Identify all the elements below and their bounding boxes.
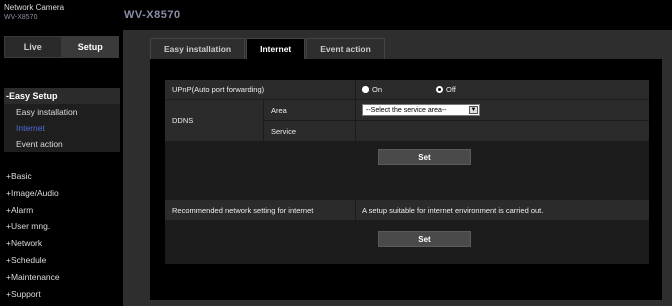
upnp-off-label: Off [446,85,456,94]
sidebar: Live Setup -Easy Setup Easy installation… [0,30,123,306]
setup-menu: +Basic +Image/Audio +Alarm +User mng. +N… [4,168,120,302]
sidebar-item-image-audio[interactable]: +Image/Audio [4,185,120,202]
sidebar-item-internet[interactable]: Internet [4,120,120,136]
ddns-area-value: --Select the service area-- ▼ [355,100,649,120]
top-header: Network Camera WV-X8570 WV-X8570 [0,0,672,30]
set-button-recommended[interactable]: Set [378,231,471,247]
brand-label: Network Camera [4,3,65,12]
ddns-row: DDNS Area --Select the service area-- ▼ … [165,100,649,141]
model-title: WV-X8570 [124,9,181,21]
upnp-row: UPnP(Auto port forwarding) On Off [165,80,649,99]
upnp-options: On Off [355,80,649,99]
upnp-label: UPnP(Auto port forwarding) [172,85,265,94]
recommended-description: A setup suitable for internet environmen… [355,200,649,220]
upnp-on-radio[interactable]: On [362,85,382,94]
set-button-ddns[interactable]: Set [378,149,471,165]
service-area-select[interactable]: --Select the service area-- ▼ [362,104,480,116]
sidebar-item-basic[interactable]: +Basic [4,168,120,185]
recommended-row: Recommended network setting for internet… [165,200,649,220]
content-area: Easy installation Internet Event action … [123,30,672,306]
page-tabs: Easy installation Internet Event action [150,38,386,59]
chevron-down-icon[interactable]: ▼ [469,106,478,114]
easy-setup-heading[interactable]: -Easy Setup [4,88,120,104]
tab-easy-installation[interactable]: Easy installation [150,38,246,59]
model-label-small: WV-X8570 [4,14,38,21]
tab-internet[interactable]: Internet [246,38,306,59]
upnp-off-radio[interactable]: Off [436,85,456,94]
main-mode-tabs: Live Setup [4,36,119,58]
upnp-on-label: On [372,85,383,94]
radio-unchecked-icon [436,86,444,93]
recommended-label: Recommended network setting for internet [172,205,314,215]
service-area-selected: --Select the service area-- [366,106,447,114]
sidebar-item-alarm[interactable]: +Alarm [4,202,120,219]
ddns-fields: Area --Select the service area-- ▼ Servi… [263,100,649,141]
ddns-service-row: Service [264,121,649,141]
internet-panel: UPnP(Auto port forwarding) On Off DDNS A… [150,59,662,300]
sidebar-item-event-action[interactable]: Event action [4,136,120,152]
ddns-service-value [355,121,649,141]
tab-event-action[interactable]: Event action [306,38,385,59]
sidebar-item-easy-installation[interactable]: Easy installation [4,104,120,120]
sidebar-item-schedule[interactable]: +Schedule [4,252,120,269]
settings-table: UPnP(Auto port forwarding) On Off DDNS A… [165,80,649,264]
brand-block: Network Camera WV-X8570 [4,3,64,23]
ddns-area-label: Area [271,105,287,115]
tab-setup[interactable]: Setup [61,36,119,58]
ddns-label: DDNS [165,100,263,141]
ddns-area-row: Area --Select the service area-- ▼ [264,100,649,120]
sidebar-item-support[interactable]: +Support [4,286,120,303]
sidebar-item-user-mng[interactable]: +User mng. [4,218,120,235]
tab-live[interactable]: Live [4,36,62,58]
easy-setup-submenu: Easy installation Internet Event action [4,104,120,152]
sidebar-item-maintenance[interactable]: +Maintenance [4,269,120,286]
radio-checked-icon [362,86,369,93]
ddns-service-label: Service [271,126,297,136]
sidebar-item-network[interactable]: +Network [4,235,120,252]
